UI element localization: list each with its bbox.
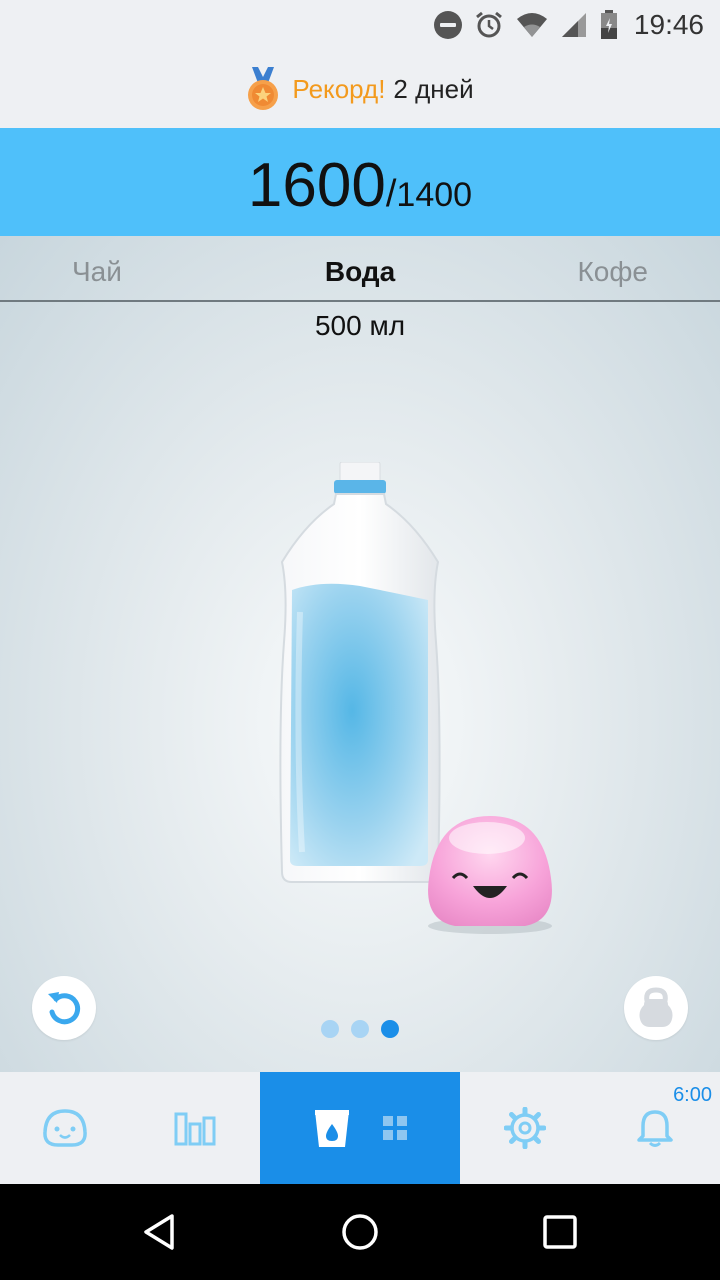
nav-item-drink[interactable]: [260, 1072, 460, 1184]
back-button[interactable]: [100, 1184, 220, 1280]
battery-icon: [600, 10, 617, 39]
status-bar: 19:46: [0, 0, 720, 50]
nav-item-profile[interactable]: [0, 1072, 130, 1184]
tab-tea[interactable]: Чай: [72, 256, 122, 288]
nav-item-settings[interactable]: [460, 1072, 590, 1184]
alarm-icon: [475, 11, 502, 38]
grid-icon[interactable]: [382, 1115, 408, 1141]
home-icon: [342, 1214, 378, 1250]
tab-coffee[interactable]: Кофе: [578, 256, 649, 288]
counter-separator: /: [385, 173, 397, 215]
settings-icon: [504, 1107, 546, 1149]
page-dot[interactable]: [321, 1020, 339, 1038]
medal-icon: [248, 67, 279, 110]
do-not-disturb-icon: [433, 11, 462, 39]
counter-goal: 1400: [396, 176, 473, 214]
signal-icon: [561, 13, 586, 37]
counter-current: 1600: [247, 151, 386, 220]
page-indicator: [0, 1020, 720, 1038]
page-dot[interactable]: [351, 1020, 369, 1038]
record-label: Рекорд!: [292, 73, 386, 104]
drink-tabs: Вода Чай Кофе: [0, 236, 720, 302]
mascot-blob-image: [428, 816, 552, 934]
record-value: 2 дней: [393, 73, 474, 104]
page-dot-active[interactable]: [381, 1020, 399, 1038]
drink-selector-area[interactable]: Вода Чай Кофе 500 мл: [0, 236, 720, 1072]
drink-icon: [315, 1110, 349, 1147]
status-icons: 19:46: [433, 6, 704, 44]
back-icon: [144, 1214, 174, 1250]
home-button[interactable]: [300, 1184, 420, 1280]
bottom-nav: 6:00: [0, 1072, 720, 1184]
nav-item-reminders[interactable]: 6:00: [590, 1072, 720, 1184]
record-row: Рекорд! 2 дней: [0, 50, 720, 128]
status-time: 19:46: [633, 9, 704, 40]
stats-icon: [174, 1112, 216, 1146]
nav-item-stats[interactable]: [130, 1072, 260, 1184]
face-icon: [43, 1109, 87, 1147]
reminder-time: 6:00: [673, 1084, 712, 1106]
volume-label: 500 мл: [314, 310, 406, 341]
system-nav-bar: [0, 1184, 720, 1280]
recents-icon: [543, 1215, 577, 1249]
wifi-icon: [516, 13, 547, 37]
daily-counter: 1600 / 1400: [0, 128, 720, 236]
bell-icon: [637, 1110, 673, 1147]
recents-button[interactable]: [500, 1184, 620, 1280]
